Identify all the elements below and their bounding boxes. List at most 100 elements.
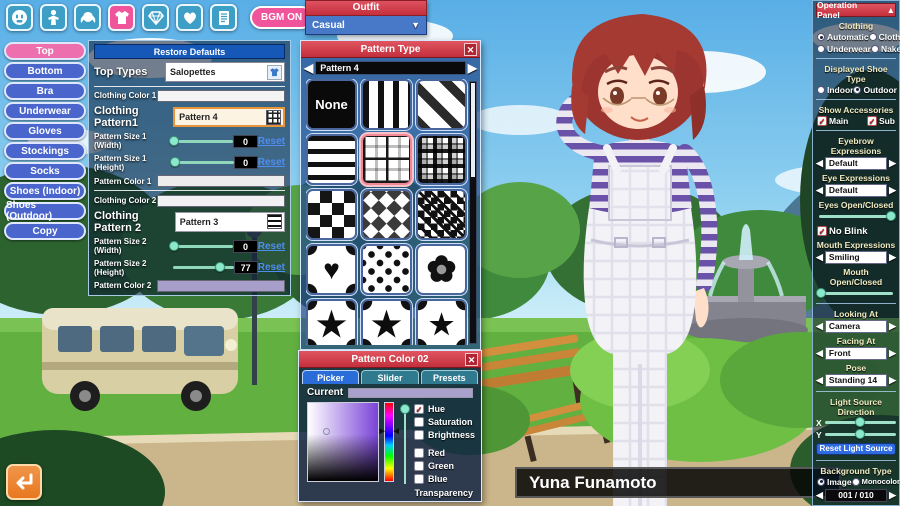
sidebar-item-top[interactable]: Top <box>4 42 86 60</box>
pattern-tile-tartan[interactable] <box>416 134 467 185</box>
pattern-color-2-swatch[interactable] <box>157 280 285 292</box>
eyebrow-next-arrow[interactable]: ▶ <box>889 158 896 169</box>
pattern-tile-houndstooth[interactable] <box>416 189 467 240</box>
operation-panel-header[interactable]: Operation Panel ▲ <box>816 3 896 17</box>
bgm-toggle-button[interactable]: BGM ON <box>250 6 313 29</box>
sidebar-item-underwear[interactable]: Underwear <box>4 102 86 120</box>
pattern-tile-horizontal-stripes[interactable] <box>306 134 357 185</box>
hair-tab-button[interactable] <box>74 4 101 31</box>
pattern-tile-star-2[interactable]: ★ <box>361 299 412 345</box>
accessories-tab-button[interactable] <box>142 4 169 31</box>
face-tab-button[interactable] <box>6 4 33 31</box>
clothing-pattern-2-dropdown[interactable]: Pattern 3 <box>175 212 285 232</box>
pattern-tile-vertical-stripes[interactable] <box>361 79 412 130</box>
pattern-size-1-height-slider[interactable] <box>173 161 234 164</box>
no-blink-checkbox[interactable]: ✓No Blink <box>817 226 868 237</box>
facing-at-dropdown[interactable]: Front <box>825 347 887 360</box>
light-y-slider[interactable] <box>825 433 896 436</box>
checkbox-sub[interactable]: ✓Sub <box>867 116 895 126</box>
sidebar-item-bra[interactable]: Bra <box>4 82 86 100</box>
pattern-tile-checkerboard[interactable] <box>306 189 357 240</box>
sidebar-item-gloves[interactable]: Gloves <box>4 122 86 140</box>
sidebar-item-shoes-outdoor[interactable]: Shoes (Outdoor) <box>4 202 86 220</box>
pattern-tile-star-1[interactable]: ★ <box>306 299 357 345</box>
pattern-prev-arrow[interactable]: ◀ <box>304 62 313 74</box>
eye-prev-arrow[interactable]: ◀ <box>816 185 823 196</box>
pose-next-arrow[interactable]: ▶ <box>889 375 896 386</box>
channel-saturation[interactable]: ✓ Saturation <box>414 417 475 427</box>
sidebar-item-socks[interactable]: Socks <box>4 162 86 180</box>
channel-blue[interactable]: ✓ Blue <box>414 474 475 484</box>
pattern-tile-star-3[interactable]: ★ <box>416 299 467 345</box>
pattern-size-2-height-reset[interactable]: Reset <box>258 262 285 273</box>
radio-automatic[interactable]: Automatic <box>817 32 869 42</box>
clothing-pattern-1-dropdown[interactable]: Pattern 4 <box>173 107 285 127</box>
clothes-tab-button[interactable] <box>108 4 135 31</box>
sidebar-item-shoes-indoor[interactable]: Shoes (Indoor) <box>4 182 86 200</box>
checkbox-main[interactable]: ✓Main <box>817 116 848 126</box>
looking-at-dropdown[interactable]: Camera <box>825 320 887 333</box>
radio-outdoor[interactable]: Outdoor <box>853 85 897 95</box>
tab-picker[interactable]: Picker <box>302 370 359 384</box>
eyebrow-prev-arrow[interactable]: ◀ <box>816 158 823 169</box>
sidebar-item-bottom[interactable]: Bottom <box>4 62 86 80</box>
mouth-dropdown[interactable]: Smiling <box>825 251 887 264</box>
channel-green[interactable]: ✓ Green <box>414 461 475 471</box>
pattern-size-2-width-reset[interactable]: Reset <box>258 241 285 252</box>
tab-presets[interactable]: Presets <box>421 370 478 384</box>
pattern-size-2-width-slider[interactable] <box>171 245 233 248</box>
pattern-tile-none[interactable]: None <box>306 79 357 130</box>
mouth-open-slider[interactable] <box>819 292 893 295</box>
facing-prev-arrow[interactable]: ◀ <box>816 348 823 359</box>
eye-next-arrow[interactable]: ▶ <box>889 185 896 196</box>
radio-bg-monocolor[interactable]: Monocolor <box>852 477 900 487</box>
reset-light-source-button[interactable]: Reset Light Source <box>816 443 896 456</box>
eyebrow-dropdown[interactable]: Default <box>825 157 887 170</box>
channel-brightness[interactable]: ✓ Brightness <box>414 430 475 440</box>
looking-next-arrow[interactable]: ▶ <box>889 321 896 332</box>
radio-naked[interactable]: Naked <box>871 44 900 54</box>
restore-defaults-button[interactable]: Restore Defaults <box>94 44 285 59</box>
transparency-slider[interactable] <box>399 402 409 486</box>
close-icon[interactable]: ✕ <box>464 43 477 56</box>
close-icon[interactable]: ✕ <box>465 353 478 366</box>
sidebar-item-stockings[interactable]: Stockings <box>4 142 86 160</box>
radio-indoor[interactable]: Indoor <box>817 85 853 95</box>
clothing-color-1-swatch[interactable] <box>157 90 285 102</box>
exit-button[interactable] <box>6 464 42 500</box>
hue-strip[interactable]: ▶ ◀ <box>384 402 394 482</box>
pattern-tile-dots[interactable] <box>361 244 412 295</box>
cards-tab-button[interactable] <box>210 4 237 31</box>
pattern-tile-flower[interactable] <box>416 244 467 295</box>
bg-next-arrow[interactable]: ▶ <box>889 490 896 501</box>
tab-slider[interactable]: Slider <box>361 370 418 384</box>
pattern-tile-diagonal-stripes[interactable] <box>416 79 467 130</box>
channel-red[interactable]: ✓ Red <box>414 448 475 458</box>
mouth-next-arrow[interactable]: ▶ <box>889 252 896 263</box>
pattern-size-2-height-slider[interactable] <box>173 266 234 269</box>
saturation-brightness-picker[interactable] <box>307 402 379 482</box>
outfit-dropdown[interactable]: Casual ▼ <box>305 16 427 35</box>
bg-prev-arrow[interactable]: ◀ <box>816 490 823 501</box>
looking-prev-arrow[interactable]: ◀ <box>816 321 823 332</box>
pattern-color-1-swatch[interactable] <box>157 175 285 187</box>
pattern-tile-plaid-selected[interactable] <box>361 134 412 185</box>
transparency-knob[interactable] <box>400 404 410 414</box>
clothing-color-2-swatch[interactable] <box>157 195 285 207</box>
favorites-tab-button[interactable] <box>176 4 203 31</box>
facing-next-arrow[interactable]: ▶ <box>889 348 896 359</box>
sidebar-item-copy[interactable]: Copy <box>4 222 86 240</box>
pattern-grid-scrollbar[interactable] <box>469 81 477 344</box>
pose-prev-arrow[interactable]: ◀ <box>816 375 823 386</box>
pattern-tile-diamonds[interactable] <box>361 189 412 240</box>
pattern-size-1-height-reset[interactable]: Reset <box>258 157 285 168</box>
pattern-tile-heart[interactable]: ♥ <box>306 244 357 295</box>
eyes-open-slider[interactable] <box>819 215 893 218</box>
pose-dropdown[interactable]: Standing 14 <box>825 374 887 387</box>
pattern-next-arrow[interactable]: ▶ <box>468 62 477 74</box>
top-types-dropdown[interactable]: Salopettes <box>165 62 285 82</box>
light-x-slider[interactable] <box>825 421 896 424</box>
body-tab-button[interactable] <box>40 4 67 31</box>
radio-underwear[interactable]: Underwear <box>817 44 871 54</box>
mouth-prev-arrow[interactable]: ◀ <box>816 252 823 263</box>
